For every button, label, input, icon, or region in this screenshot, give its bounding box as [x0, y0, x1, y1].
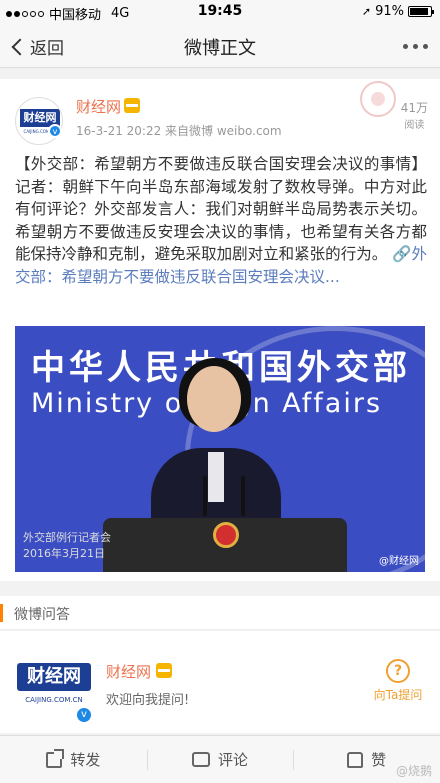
action-bar: 转发 评论 赞 @烧鹅: [0, 735, 440, 783]
repost-button[interactable]: 转发: [0, 736, 147, 783]
post-time-source: 16-3-21 20:22 来自微博 weibo.com: [76, 124, 282, 138]
post-body: 【外交部：希望朝方不要做违反联合国安理会决议的事情】记者：朝鲜下午向半岛东部海域…: [15, 155, 427, 263]
image-watermark: @财经网: [379, 556, 419, 567]
spokesperson-shirt: [208, 452, 224, 502]
qa-avatar-domain: CAIJING.COM.CN: [25, 696, 83, 704]
post-text: 【外交部：希望朝方不要做违反联合国安理会决议的事情】记者：朝鲜下午向半岛东部海域…: [15, 153, 427, 288]
screenshot-watermark: @烧鹅: [395, 764, 432, 778]
qa-card[interactable]: 财经网 CAIJING.COM.CN v 财经网 欢迎向我提问! ? 向Ta提问: [0, 631, 440, 733]
comment-icon: [192, 752, 210, 767]
section-accent-bar: [0, 604, 3, 622]
thumbs-up-icon: [347, 751, 364, 768]
weibo-post: 财经网 CAIJING.COM.CN v 财经网 16-3-21 20:22 来…: [0, 79, 440, 581]
read-count: 41万 阅读: [401, 99, 428, 131]
more-dot-icon: [413, 44, 418, 49]
image-caption-event: 外交部例行记者会: [23, 531, 111, 544]
stamp-icon: [360, 81, 396, 117]
microphone-icon: [241, 476, 245, 516]
status-bar: 中国移动 4G 19:45 ➚ 91%: [0, 0, 440, 24]
qa-welcome-text: 欢迎向我提问!: [106, 693, 190, 708]
user-name[interactable]: 财经网: [76, 96, 121, 117]
repost-label: 转发: [70, 751, 101, 769]
microphone-icon: [203, 476, 207, 516]
post-image[interactable]: 中华人民共和国外交部 Ministry of F gn Affairs 外交部例…: [15, 326, 425, 572]
spokesperson-face: [187, 366, 241, 432]
more-button[interactable]: [403, 44, 428, 49]
like-label: 赞: [371, 751, 387, 769]
qa-user-name[interactable]: 财经网: [106, 661, 151, 682]
ask-question-label: 向Ta提问: [373, 688, 423, 702]
more-dot-icon: [423, 44, 428, 49]
qa-avatar[interactable]: 财经网 CAIJING.COM.CN v: [15, 651, 93, 729]
more-dot-icon: [403, 44, 408, 49]
vip-crown-icon: [156, 663, 172, 678]
verified-icon: v: [48, 124, 62, 138]
national-emblem-icon: [213, 522, 239, 548]
battery-icon: [408, 6, 434, 17]
verified-icon: v: [75, 706, 93, 724]
page-title: 微博正文: [184, 38, 256, 59]
read-count-number: 41万: [400, 101, 428, 115]
nav-bar: 返回 微博正文: [0, 24, 440, 68]
ask-question-button[interactable]: ? 向Ta提问: [368, 659, 428, 703]
comment-button[interactable]: 评论: [146, 736, 294, 783]
read-count-label: 阅读: [404, 120, 425, 131]
comment-label: 评论: [218, 751, 249, 769]
repost-icon: [46, 748, 65, 768]
question-icon: ?: [386, 659, 410, 683]
qa-section-header: 微博问答: [0, 596, 440, 630]
location-icon: ➚: [361, 5, 372, 18]
image-caption-date: 2016年3月21日: [23, 547, 105, 560]
vip-crown-icon: [124, 98, 140, 113]
qa-avatar-logo: 财经网: [17, 663, 91, 691]
qa-section-title: 微博问答: [14, 607, 70, 623]
status-right: ➚ 91%: [361, 4, 434, 19]
battery-percent: 91%: [375, 4, 404, 19]
image-caption: 外交部例行记者会 2016年3月21日: [23, 530, 111, 562]
